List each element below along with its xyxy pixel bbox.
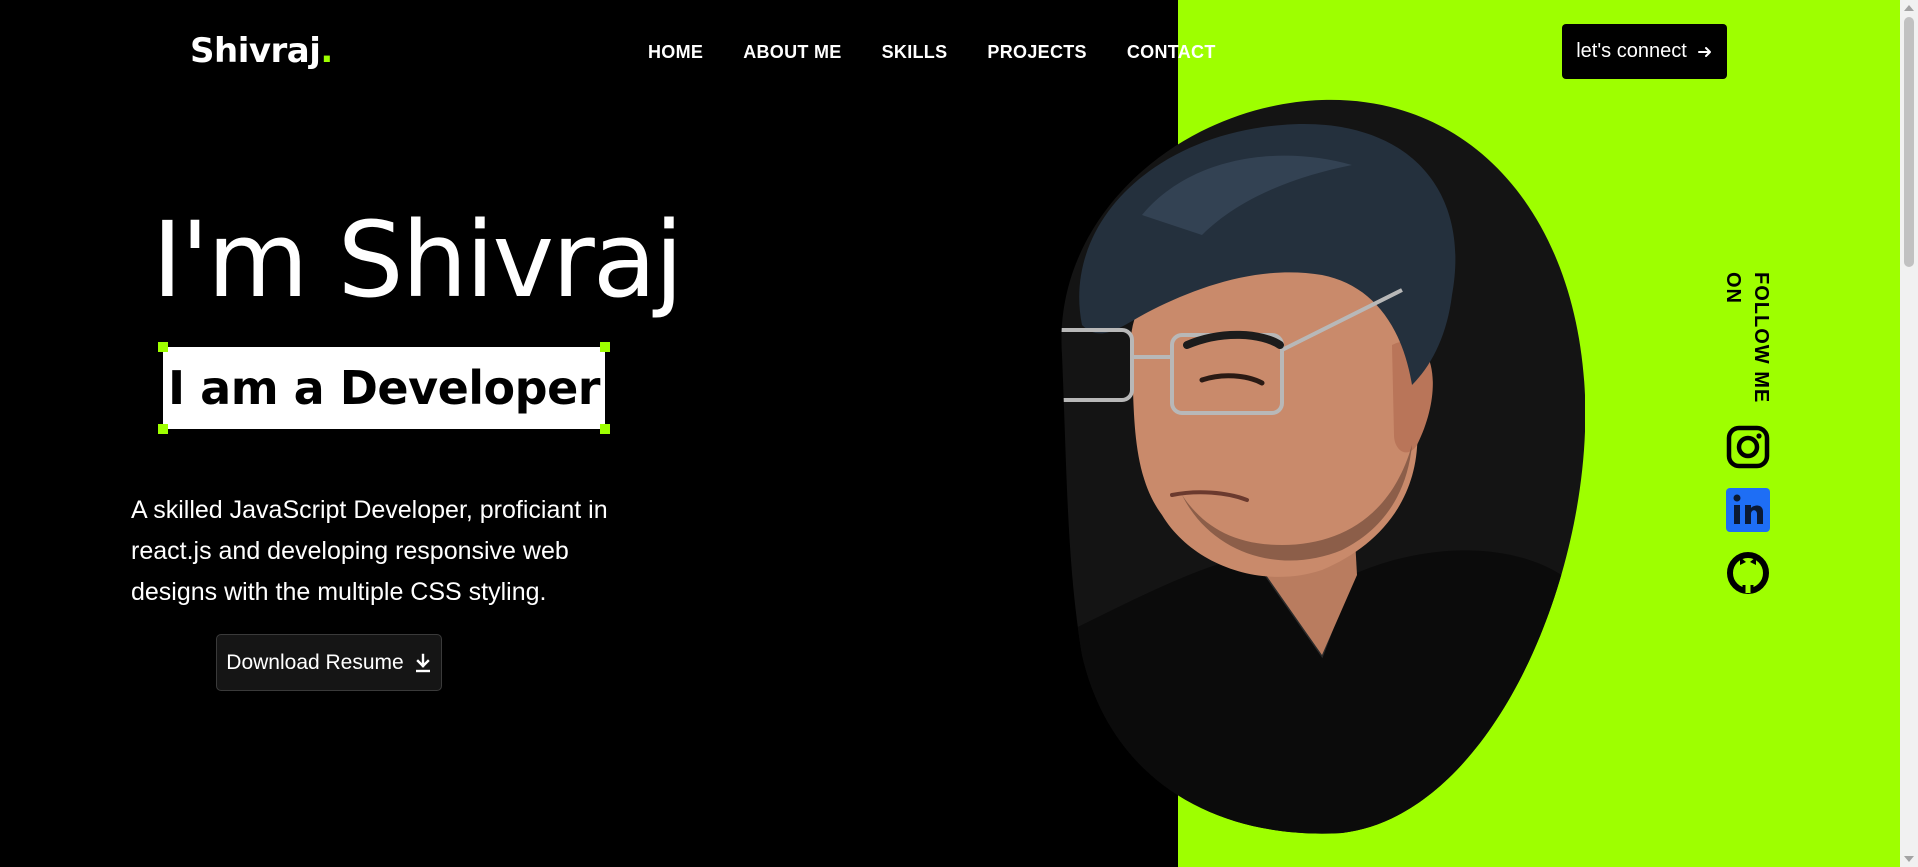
instagram-icon (1726, 425, 1770, 469)
brand-logo[interactable]: Shivraj. (190, 30, 333, 72)
profile-portrait (1061, 99, 1585, 834)
brand-dot: . (320, 31, 333, 71)
brand-name: Shivraj (190, 31, 321, 71)
selection-handle-top-right (600, 342, 610, 352)
selection-handle-top-left (158, 342, 168, 352)
selection-handle-bottom-right (600, 424, 610, 434)
nav-skills[interactable]: SKILLS (882, 40, 948, 64)
follow-me-label: FOLLOW ME ON (1722, 272, 1772, 404)
instagram-link[interactable] (1726, 425, 1770, 469)
linkedin-link[interactable] (1726, 488, 1770, 532)
landing-page: Shivraj. HOME ABOUT ME SKILLS PROJECTS C… (0, 0, 1918, 867)
arrow-right-icon (1697, 46, 1711, 57)
nav-about-me[interactable]: ABOUT ME (743, 40, 841, 64)
role-box: I am a Developer (158, 342, 610, 434)
download-icon (415, 653, 430, 672)
scroll-up-arrow[interactable] (1904, 5, 1914, 11)
selection-handle-bottom-left (158, 424, 168, 434)
lets-connect-label: let's connect (1576, 40, 1687, 62)
nav-home[interactable]: HOME (648, 40, 703, 64)
lets-connect-button[interactable]: let's connect (1562, 24, 1727, 79)
nav-projects[interactable]: PROJECTS (987, 40, 1086, 64)
download-resume-button[interactable]: Download Resume (216, 634, 442, 691)
page-scrollbar[interactable] (1900, 0, 1918, 867)
hero-title: I'm Shivraj (152, 199, 683, 321)
main-nav: HOME ABOUT ME SKILLS PROJECTS CONTACT (648, 40, 1256, 64)
hero-description: A skilled JavaScript Developer, proficia… (131, 496, 608, 606)
nav-contact[interactable]: CONTACT (1127, 40, 1216, 64)
scroll-thumb[interactable] (1904, 17, 1914, 267)
download-resume-label: Download Resume (226, 650, 404, 674)
linkedin-icon (1726, 488, 1770, 532)
github-link[interactable] (1726, 551, 1770, 595)
github-icon (1727, 552, 1769, 594)
scroll-down-arrow[interactable] (1904, 856, 1914, 862)
role-text: I am a Developer (168, 361, 600, 415)
